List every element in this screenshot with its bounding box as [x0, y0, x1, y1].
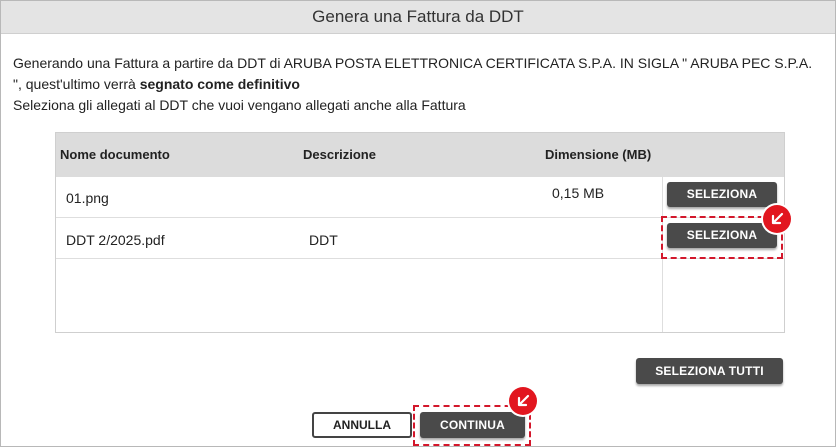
row-document-name: 01.png: [66, 190, 109, 206]
select-all-button[interactable]: SELEZIONA TUTTI: [636, 358, 783, 384]
arrow-down-left-icon: [763, 205, 791, 233]
message-line-2: ", quest'ultimo verrà segnato come defin…: [13, 74, 823, 95]
dialog-message: Generando una Fattura a partire da DDT d…: [13, 53, 823, 116]
generate-invoice-dialog: Genera una Fattura da DDT Generando una …: [0, 0, 836, 447]
row-document-name: DDT 2/2025.pdf: [66, 232, 165, 248]
dialog-title: Genera una Fattura da DDT: [1, 1, 835, 34]
column-header-description: Descrizione: [303, 147, 376, 162]
cancel-button[interactable]: ANNULLA: [312, 412, 412, 438]
message-line-1: Generando una Fattura a partire da DDT d…: [13, 55, 813, 71]
table-header: Nome documento Descrizione Dimensione (M…: [56, 133, 784, 177]
message-definitive-text: segnato come definitivo: [139, 76, 300, 92]
arrow-down-left-icon: [509, 387, 537, 415]
row-size: 0,15 MB: [552, 185, 605, 201]
message-line-2-text: ", quest'ultimo verrà: [13, 76, 140, 92]
column-header-name: Nome documento: [60, 147, 170, 162]
row-description: DDT: [309, 232, 338, 248]
select-attachment-button[interactable]: SELEZIONA: [667, 182, 777, 207]
column-header-size: Dimensione (MB): [545, 147, 652, 162]
message-line-3: Seleziona gli allegati al DDT che vuoi v…: [13, 97, 466, 113]
continue-button[interactable]: CONTINUA: [420, 412, 525, 438]
table-row: 01.png 0,15 MB SELEZIONA: [56, 177, 784, 218]
